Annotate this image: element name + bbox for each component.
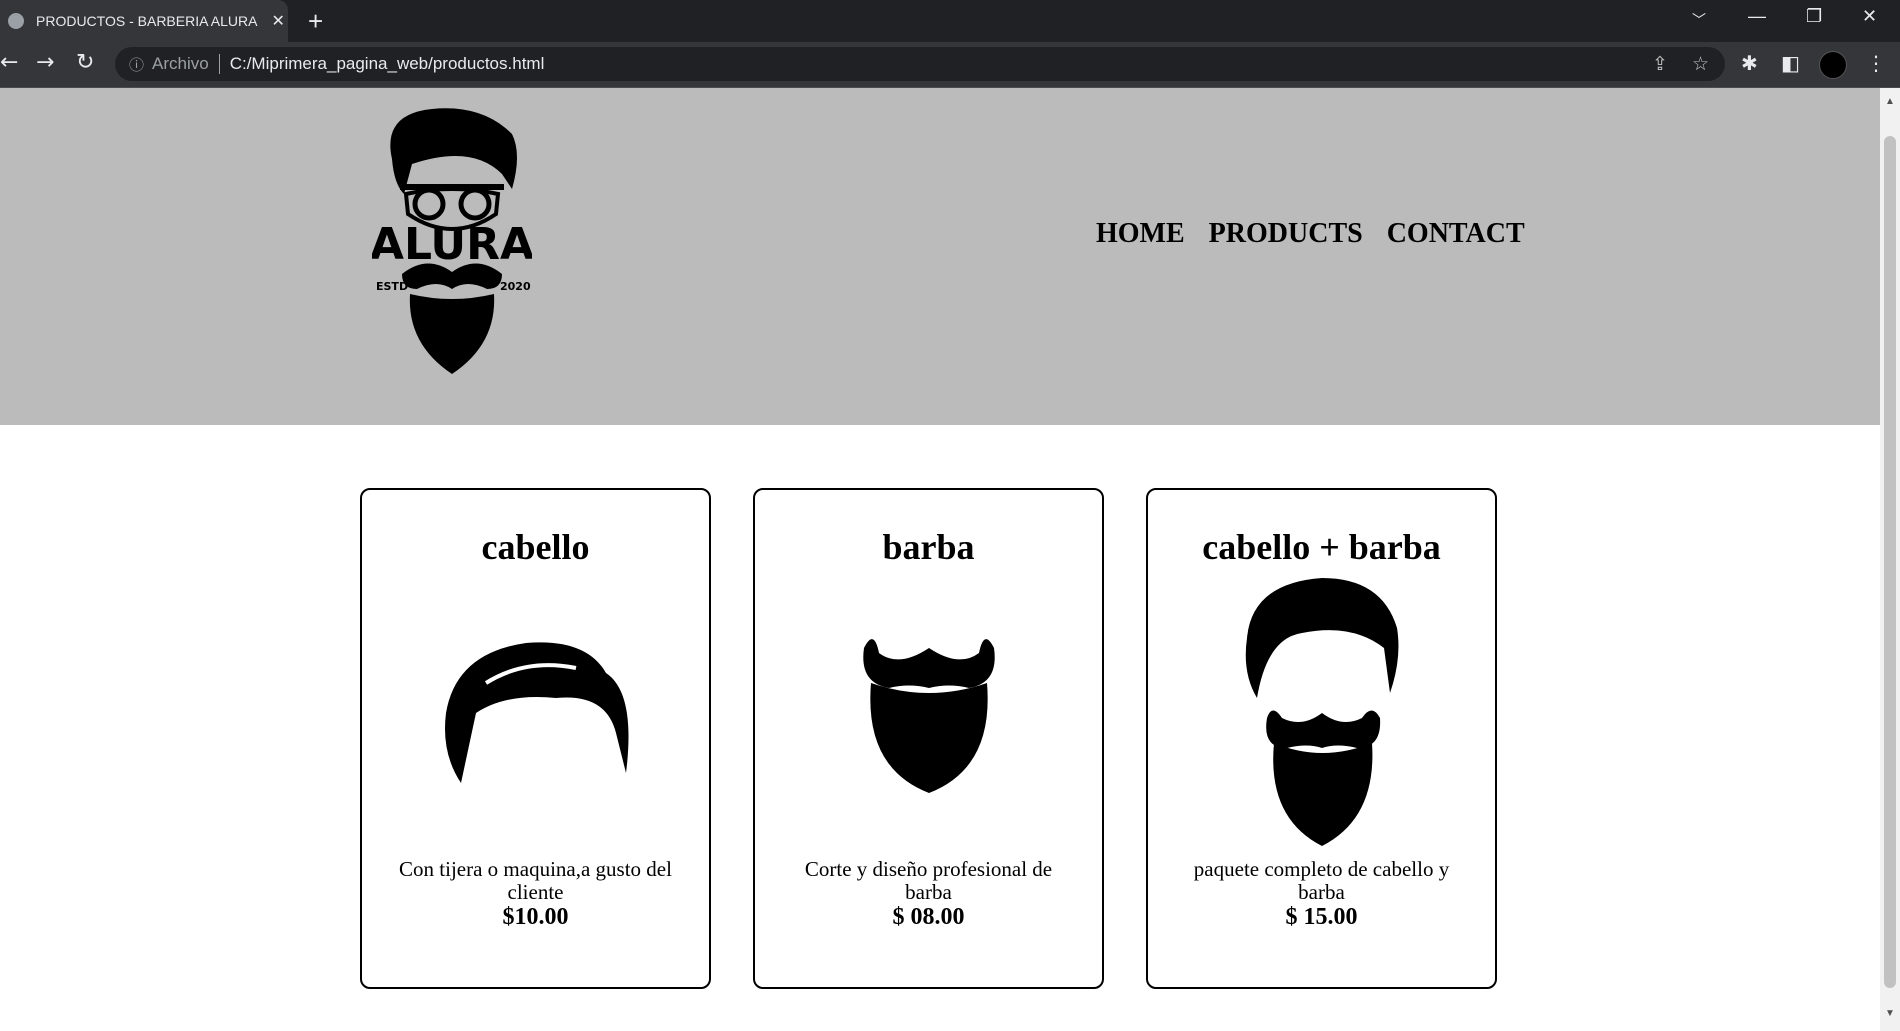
address-bar[interactable]: ⓘ Archivo C:/Miprimera_pagina_web/produc… <box>115 47 1725 81</box>
share-icon[interactable]: ⇪ <box>1652 53 1668 76</box>
scrollbar-thumb[interactable] <box>1884 136 1896 988</box>
divider <box>218 54 220 74</box>
beard-icon <box>862 639 995 793</box>
product-title: cabello <box>481 527 590 567</box>
bookmark-star-icon[interactable]: ☆ <box>1692 53 1709 76</box>
tab-bar: PRODUCTOS - BARBERIA ALURA ✕ + ﹀ — ❐ ✕ <box>0 0 1900 42</box>
profile-avatar[interactable] <box>1819 51 1847 79</box>
close-window-button[interactable]: ✕ <box>1862 6 1877 27</box>
info-icon[interactable]: ⓘ <box>129 54 144 75</box>
product-price: $10.00 <box>502 904 569 930</box>
svg-text:2020: 2020 <box>500 280 531 293</box>
product-title: barba <box>882 527 975 567</box>
product-card-cabello: cabello Con tijera o maquina,a gusto del… <box>360 488 711 989</box>
url-text[interactable]: C:/Miprimera_pagina_web/productos.html <box>230 54 545 74</box>
forward-button[interactable]: → <box>36 50 54 75</box>
product-description: paquete completo de cabello y barba <box>1193 857 1450 904</box>
back-button[interactable]: ← <box>0 50 18 75</box>
svg-text:ESTD: ESTD <box>376 280 408 293</box>
nav-products[interactable]: PRODUCTS <box>1209 218 1363 250</box>
menu-icon[interactable]: ⋮ <box>1866 51 1886 75</box>
product-card-cabello-barba: cabello + barba paquete completo de cabe… <box>1146 488 1497 989</box>
product-card-barba: barba Corte y diseño profesional de barb… <box>753 488 1104 989</box>
globe-icon <box>8 13 24 29</box>
product-title: cabello + barba <box>1202 527 1441 567</box>
tab-search-icon[interactable]: ﹀ <box>1692 10 1706 30</box>
reload-button[interactable]: ↻ <box>76 50 94 75</box>
hair-icon <box>444 642 628 783</box>
minimize-button[interactable]: — <box>1748 6 1766 27</box>
restore-button[interactable]: ❐ <box>1806 6 1822 27</box>
nav-home[interactable]: HOME <box>1096 218 1185 250</box>
product-price: $ 08.00 <box>892 904 965 930</box>
hair-beard-icon <box>1245 578 1398 846</box>
product-description: Con tijera o maquina,a gusto del cliente <box>399 857 672 904</box>
nav-contact[interactable]: CONTACT <box>1387 218 1525 250</box>
main-nav: HOME PRODUCTS CONTACT <box>1096 218 1525 250</box>
page-scrollbar[interactable]: ▲ ▼ <box>1880 88 1900 1031</box>
svg-text:ALURA: ALURA <box>372 219 532 270</box>
browser-toolbar: ← → ↻ ⓘ Archivo C:/Miprimera_pagina_web/… <box>0 42 1900 88</box>
extensions-icon[interactable]: ✱ <box>1741 51 1758 75</box>
product-description: Corte y diseño profesional de barba <box>804 857 1053 904</box>
address-prefix: Archivo <box>152 54 209 73</box>
scroll-down-arrow[interactable]: ▼ <box>1885 1008 1895 1019</box>
new-tab-button[interactable]: + <box>308 6 323 37</box>
alura-logo[interactable]: ALURA ESTD 2020 <box>372 104 532 379</box>
scroll-up-arrow[interactable]: ▲ <box>1885 96 1895 107</box>
side-panel-icon[interactable]: ◧ <box>1781 51 1800 75</box>
site-header: ALURA ESTD 2020 HOME PRODUCTS CONTACT <box>0 88 1880 425</box>
product-price: $ 15.00 <box>1285 904 1358 930</box>
browser-tab[interactable]: PRODUCTOS - BARBERIA ALURA ✕ <box>0 0 288 42</box>
tab-title: PRODUCTOS - BARBERIA ALURA <box>36 13 258 29</box>
close-tab-icon[interactable]: ✕ <box>271 11 284 31</box>
